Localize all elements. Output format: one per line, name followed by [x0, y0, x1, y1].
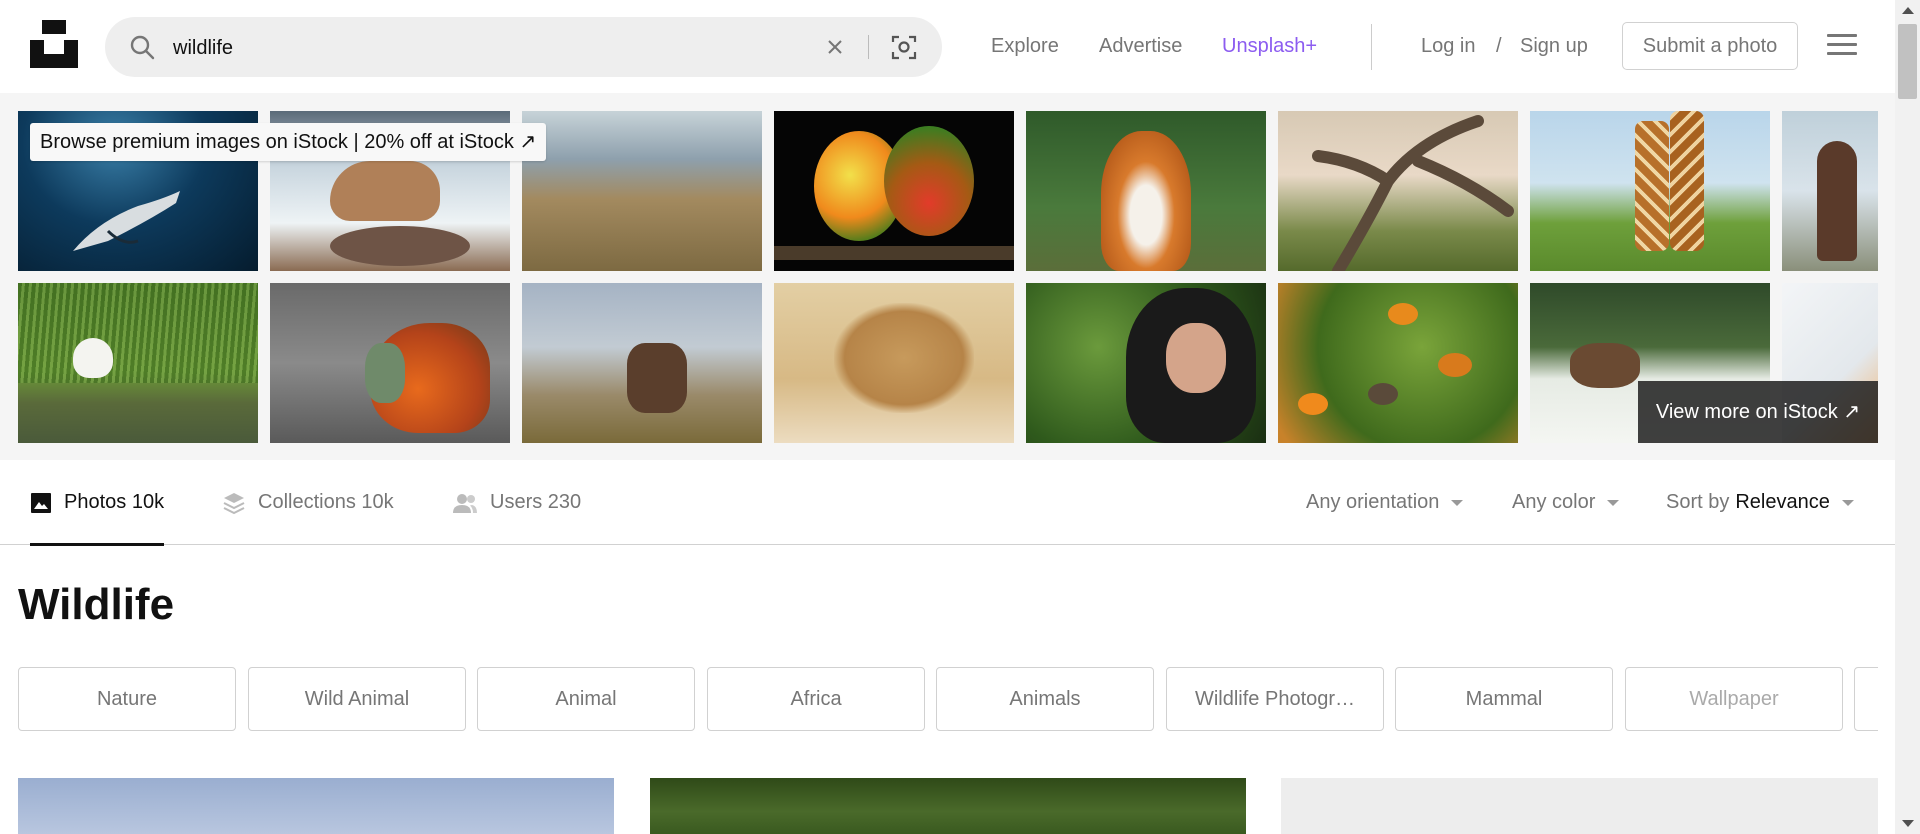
related-chip[interactable]: Animal: [477, 667, 695, 731]
related-chip-overflow[interactable]: [1854, 667, 1878, 731]
tab-collections[interactable]: Collections 10k: [222, 460, 394, 545]
istock-photo-falconer[interactable]: [1782, 111, 1878, 271]
scroll-up-icon[interactable]: [1902, 7, 1914, 14]
nav-explore: Explore: [991, 0, 1059, 93]
scroll-down-icon[interactable]: [1902, 820, 1914, 827]
related-searches: Nature Wild Animal Animal Africa Animals…: [18, 667, 1878, 731]
nav-slash: /: [1496, 0, 1502, 93]
page-title: Wildlife: [18, 580, 175, 629]
related-chip[interactable]: Wild Animal: [248, 667, 466, 731]
istock-photo-lions-in-tree[interactable]: [1278, 111, 1518, 271]
photo-result[interactable]: [18, 778, 614, 834]
istock-photo-butterflies[interactable]: [1278, 283, 1518, 443]
sort-filter[interactable]: Sort by Relevance: [1666, 460, 1854, 545]
related-chip[interactable]: Wildlife Photogr…: [1166, 667, 1384, 731]
visual-search-icon[interactable]: [890, 33, 918, 61]
nav-signup: Sign up: [1520, 0, 1588, 93]
sort-value: Relevance: [1735, 491, 1830, 513]
unsplash-plus-link[interactable]: Unsplash+: [1222, 35, 1317, 58]
istock-photo-lovebirds[interactable]: [774, 111, 1014, 271]
istock-photo-lions[interactable]: [774, 283, 1014, 443]
menu-icon[interactable]: [1827, 34, 1857, 58]
search-bar: [105, 17, 942, 79]
tab-photos-count: 10k: [131, 491, 165, 513]
search-tabs-bar: Photos 10k Collections 10k Users 230 Any…: [0, 460, 1895, 546]
tab-collections-count: 10k: [361, 491, 394, 513]
top-header: Explore Advertise Unsplash+ Log in / Sig…: [0, 0, 1895, 93]
chevron-down-icon: [1841, 499, 1854, 506]
scrollbar-thumb[interactable]: [1898, 24, 1917, 99]
istock-photo-elk[interactable]: [522, 283, 762, 443]
signup-link[interactable]: Sign up: [1520, 35, 1588, 58]
istock-banner: Browse premium images on iStock | 20% of…: [0, 93, 1895, 460]
active-tab-underline: [30, 543, 165, 546]
tab-collections-label: Collections: [258, 491, 356, 513]
advertise-link[interactable]: Advertise: [1099, 35, 1182, 58]
chevron-down-icon: [1607, 499, 1620, 506]
tab-users-label: Users: [490, 491, 543, 513]
users-icon: [453, 493, 477, 513]
sort-prefix: Sort by: [1666, 491, 1730, 513]
tab-photos[interactable]: Photos 10k: [30, 460, 165, 546]
photo-icon: [31, 492, 51, 513]
istock-browse-link[interactable]: Browse premium images on iStock | 20% of…: [30, 123, 547, 161]
collections-icon: [223, 492, 245, 514]
search-divider: [868, 35, 869, 59]
tab-users-count: 230: [547, 491, 582, 513]
nav-advertise: Advertise: [1099, 0, 1182, 93]
related-chip[interactable]: Nature: [18, 667, 236, 731]
tab-users[interactable]: Users 230: [452, 460, 581, 545]
istock-photo-chimpanzee[interactable]: [1026, 283, 1266, 443]
login-link[interactable]: Log in: [1421, 35, 1476, 58]
submit-photo-button[interactable]: Submit a photo: [1622, 22, 1798, 70]
nav-unsplash-plus: Unsplash+: [1222, 0, 1317, 93]
istock-photo-egret[interactable]: [18, 283, 258, 443]
color-filter-label: Any color: [1512, 491, 1596, 513]
search-icon[interactable]: [129, 34, 155, 60]
related-chip[interactable]: Wallpaper: [1625, 667, 1843, 731]
search-input[interactable]: [171, 17, 895, 79]
photo-result[interactable]: [1281, 778, 1878, 834]
istock-photo-guanacos[interactable]: [522, 111, 762, 271]
istock-photo-red-fox[interactable]: [1026, 111, 1266, 271]
istock-photo-iguana[interactable]: [270, 283, 510, 443]
login-signup-separator: /: [1496, 35, 1502, 57]
photo-result[interactable]: [650, 778, 1246, 834]
color-filter[interactable]: Any color: [1512, 460, 1620, 545]
chevron-down-icon: [1451, 499, 1464, 506]
orientation-filter-label: Any orientation: [1306, 491, 1440, 513]
tab-photos-label: Photos: [64, 491, 127, 513]
explore-link[interactable]: Explore: [991, 35, 1059, 58]
orientation-filter[interactable]: Any orientation: [1306, 460, 1464, 545]
nav-login: Log in: [1421, 0, 1476, 93]
related-chip[interactable]: Africa: [707, 667, 925, 731]
clear-search-icon[interactable]: [823, 35, 847, 59]
view-more-istock-button[interactable]: View more on iStock ↗: [1638, 381, 1878, 443]
page-scrollbar[interactable]: [1895, 0, 1920, 834]
istock-photo-giraffes[interactable]: [1530, 111, 1770, 271]
related-chip[interactable]: Mammal: [1395, 667, 1613, 731]
nav-divider: [1371, 24, 1372, 70]
unsplash-logo-icon[interactable]: [30, 20, 78, 68]
related-chip[interactable]: Animals: [936, 667, 1154, 731]
